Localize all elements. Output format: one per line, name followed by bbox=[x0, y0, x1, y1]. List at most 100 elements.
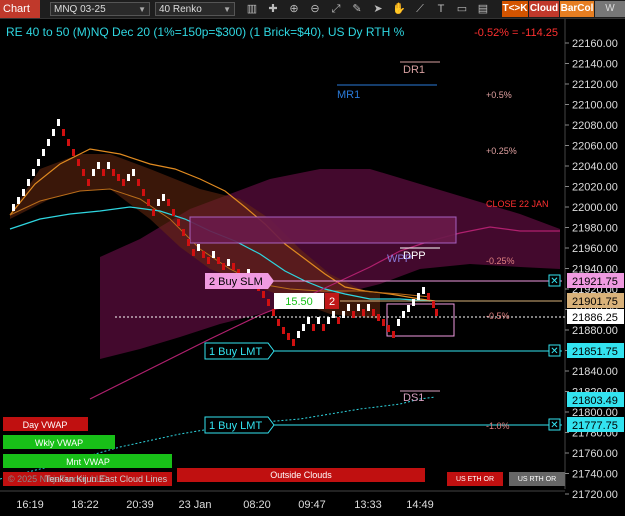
up-brick bbox=[12, 204, 15, 211]
close-icon: ✕ bbox=[550, 276, 558, 287]
buy-lmt-label-2: 1 Buy LMT bbox=[209, 420, 262, 432]
position-qty: 2 bbox=[329, 296, 335, 308]
up-brick bbox=[347, 304, 350, 311]
down-brick bbox=[267, 299, 270, 306]
down-brick bbox=[382, 319, 385, 326]
up-brick bbox=[327, 317, 330, 324]
down-brick bbox=[72, 149, 75, 156]
position-tag[interactable]: 15.50 2 bbox=[274, 293, 339, 309]
down-brick bbox=[87, 179, 90, 186]
down-brick bbox=[432, 301, 435, 308]
vwap-toggle-button[interactable]: W VWA bbox=[595, 1, 625, 30]
toolbar: Chart MNQ 03-25 ▼ 40 Renko ▼ ▥ ✚ ⊕ ⊖ ⤢ ✎ ➤ ✋ ⟋ T ▭ ▤ … bbox=[0, 0, 625, 30]
instrument-value: MNQ 03-25 bbox=[54, 4, 106, 15]
down-brick bbox=[152, 209, 155, 216]
up-brick bbox=[92, 169, 95, 176]
chart-menu-button[interactable]: Chart bbox=[0, 0, 40, 18]
zoom-in-icon[interactable]: ⊕ bbox=[287, 2, 301, 16]
price-marker-label: 21901.75 bbox=[572, 296, 618, 308]
price-tick-label: 22120.00 bbox=[572, 79, 618, 91]
price-marker-label: 21921.75 bbox=[572, 276, 618, 288]
down-brick bbox=[172, 209, 175, 216]
down-brick bbox=[147, 199, 150, 206]
up-brick bbox=[317, 317, 320, 324]
instrument-selector[interactable]: MNQ 03-25 ▼ bbox=[50, 2, 150, 16]
up-brick bbox=[357, 304, 360, 311]
crosshair-icon[interactable]: ✚ bbox=[266, 2, 280, 16]
buy-lmt-order-2[interactable]: 1 Buy LMT bbox=[204, 416, 275, 434]
up-brick bbox=[302, 324, 305, 331]
tk-toggle-button[interactable]: T<>K bbox=[502, 1, 528, 17]
up-brick bbox=[227, 259, 230, 266]
buy-slm-order[interactable]: 2 Buy SLM bbox=[205, 273, 274, 289]
up-brick bbox=[42, 149, 45, 156]
price-tick-label: 21960.00 bbox=[572, 243, 618, 255]
down-brick bbox=[207, 257, 210, 264]
down-brick bbox=[292, 339, 295, 346]
mr1-label: MR1 bbox=[337, 89, 360, 101]
down-brick bbox=[312, 324, 315, 331]
bar-chart-icon[interactable]: ▥ bbox=[245, 2, 259, 16]
price-tick-label: 21720.00 bbox=[572, 489, 618, 501]
down-brick bbox=[387, 325, 390, 332]
cancel-order-button[interactable]: ✕ bbox=[548, 274, 561, 287]
down-brick bbox=[282, 327, 285, 334]
down-brick bbox=[167, 199, 170, 206]
down-brick bbox=[77, 159, 80, 166]
text-icon[interactable]: T bbox=[434, 2, 448, 16]
cancel-order-button[interactable]: ✕ bbox=[548, 344, 561, 357]
wpp-label: WPP bbox=[387, 253, 412, 265]
up-brick bbox=[297, 331, 300, 338]
cancel-order-button[interactable]: ✕ bbox=[548, 418, 561, 431]
barcol-toggle-button[interactable]: BarCol bbox=[560, 1, 594, 17]
buy-lmt-order-1[interactable]: 1 Buy LMT bbox=[204, 342, 275, 360]
down-brick bbox=[102, 169, 105, 176]
time-tick-label: 09:47 bbox=[298, 499, 326, 511]
up-brick bbox=[107, 162, 110, 169]
price-marker-label: 21886.25 bbox=[572, 312, 618, 324]
data-box-icon[interactable]: ▤ bbox=[476, 2, 490, 16]
fit-icon[interactable]: ⤢ bbox=[329, 2, 343, 16]
hand-icon[interactable]: ✋ bbox=[392, 2, 406, 16]
draw-icon[interactable]: ✎ bbox=[350, 2, 364, 16]
down-brick bbox=[287, 333, 290, 340]
cloud-toggle-button[interactable]: Cloud bbox=[529, 1, 559, 17]
time-tick-label: 16:19 bbox=[16, 499, 44, 511]
price-tick-label: 22040.00 bbox=[572, 161, 618, 173]
chevron-down-icon: ▼ bbox=[223, 5, 231, 14]
cloud-lines-label: Tenkan Kijun East Cloud Lines bbox=[45, 474, 168, 484]
minus-05-label: -0.5% bbox=[486, 311, 510, 321]
down-brick bbox=[362, 309, 365, 316]
pointer-icon[interactable]: ➤ bbox=[371, 2, 385, 16]
up-brick bbox=[162, 194, 165, 201]
zoom-out-icon[interactable]: ⊖ bbox=[308, 2, 322, 16]
down-brick bbox=[232, 263, 235, 270]
outside-clouds-label: Outside Clouds bbox=[270, 470, 332, 480]
price-marker-label: 21777.75 bbox=[572, 420, 618, 432]
up-brick bbox=[57, 119, 60, 126]
shapes-icon[interactable]: ▭ bbox=[455, 2, 469, 16]
up-brick bbox=[417, 293, 420, 300]
us-eth-label: US ETH OR bbox=[456, 476, 494, 483]
down-brick bbox=[117, 174, 120, 181]
time-tick-label: 20:39 bbox=[126, 499, 154, 511]
trend-icon[interactable]: ⟋ bbox=[413, 2, 427, 16]
down-brick bbox=[142, 189, 145, 196]
down-brick bbox=[277, 319, 280, 326]
close-icon: ✕ bbox=[550, 420, 558, 431]
price-chart[interactable]: RE 40 to 50 (M)NQ Dec 20 (1%=150p=$300) … bbox=[0, 19, 625, 516]
down-brick bbox=[217, 257, 220, 264]
bar-type-value: 40 Renko bbox=[159, 4, 202, 15]
up-brick bbox=[52, 129, 55, 136]
price-tick-label: 21740.00 bbox=[572, 469, 618, 481]
price-tick-label: 21840.00 bbox=[572, 366, 618, 378]
close-label: CLOSE 22 JAN bbox=[486, 199, 549, 209]
up-brick bbox=[32, 169, 35, 176]
chart-title: RE 40 to 50 (M)NQ Dec 20 (1%=150p=$300) … bbox=[6, 25, 405, 39]
time-axis: 16:19 18:22 20:39 23 Jan 08:20 09:47 13:33 14:4… bbox=[16, 499, 434, 511]
minus-025-label: -0.25% bbox=[486, 256, 515, 266]
time-tick-label: 14:49 bbox=[406, 499, 434, 511]
down-brick bbox=[372, 309, 375, 316]
bar-type-selector[interactable]: 40 Renko ▼ bbox=[155, 2, 235, 16]
up-brick bbox=[22, 189, 25, 196]
